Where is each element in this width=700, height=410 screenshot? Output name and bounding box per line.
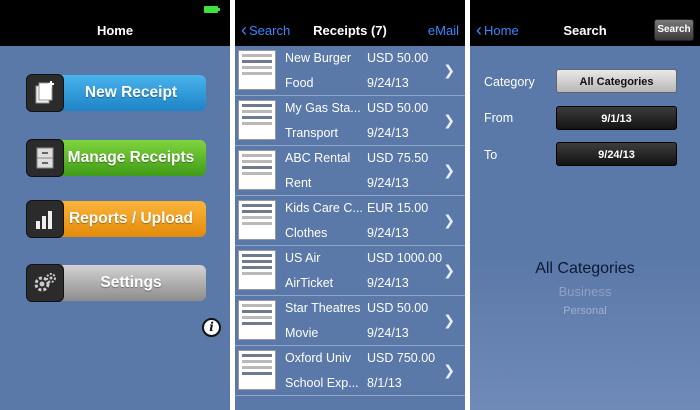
new-receipt-label: New Receipt <box>56 75 206 111</box>
receipt-row[interactable]: My Gas Sta... USD 50.00 Transport 9/24/1… <box>235 96 465 146</box>
receipt-amount: USD 750.00 <box>367 351 436 365</box>
receipts-navbar: ‹ Search Receipts (7) eMail <box>235 0 465 46</box>
receipt-name: Star Theatres <box>285 301 361 315</box>
receipt-thumbnail <box>238 300 276 340</box>
receipt-category: Clothes <box>285 226 328 240</box>
gears-icon <box>26 264 64 302</box>
chevron-right-icon: ❯ <box>443 312 455 328</box>
reports-upload-label: Reports / Upload <box>56 201 206 237</box>
receipt-row[interactable]: US Air USD 1000.00 AirTicket 9/24/13 ❯ <box>235 246 465 296</box>
receipt-category: Food <box>285 76 314 90</box>
search-navbar: ‹ Home Search Search <box>470 0 700 46</box>
home-screen: Home New Receipt Manage Receipts Reports… <box>0 0 230 410</box>
picker-selected-option[interactable]: All Categories <box>470 260 700 278</box>
manage-receipts-button[interactable]: Manage Receipts <box>26 139 206 177</box>
receipt-thumbnail <box>238 150 276 190</box>
receipt-row[interactable]: Kids Care C... EUR 15.00 Clothes 9/24/13… <box>235 196 465 246</box>
receipt-row[interactable]: ABC Rental USD 75.50 Rent 9/24/13 ❯ <box>235 146 465 196</box>
receipt-date: 9/24/13 <box>367 276 409 290</box>
receipt-date: 9/24/13 <box>367 326 409 340</box>
receipt-date: 9/24/13 <box>367 126 409 140</box>
picker-option[interactable]: Personal <box>470 305 700 317</box>
receipt-date: 8/1/13 <box>367 376 402 390</box>
receipt-list: New Burger USD 50.00 Food 9/24/13 ❯ My G… <box>235 46 465 396</box>
to-date-field[interactable]: 9/24/13 <box>556 142 677 166</box>
receipt-category: Transport <box>285 126 339 140</box>
to-label: To <box>484 148 498 162</box>
chevron-right-icon: ❯ <box>443 162 455 178</box>
chevron-right-icon: ❯ <box>443 112 455 128</box>
reports-upload-button[interactable]: Reports / Upload <box>26 200 206 238</box>
settings-button[interactable]: Settings <box>26 264 206 302</box>
receipt-name: New Burger <box>285 51 351 65</box>
receipt-name: My Gas Sta... <box>285 101 361 115</box>
receipt-category: Rent <box>285 176 312 190</box>
cabinet-icon <box>26 139 64 177</box>
receipt-name: ABC Rental <box>285 151 351 165</box>
from-label: From <box>484 111 514 125</box>
receipt-amount: USD 50.00 <box>367 101 429 115</box>
receipt-amount: USD 75.50 <box>367 151 429 165</box>
receipt-date: 9/24/13 <box>367 226 409 240</box>
bar-chart-icon <box>26 200 64 238</box>
receipt-date: 9/24/13 <box>367 176 409 190</box>
info-icon[interactable]: i <box>202 318 221 337</box>
receipt-name: US Air <box>285 251 321 265</box>
category-selector[interactable]: All Categories <box>556 69 677 93</box>
chevron-right-icon: ❯ <box>443 212 455 228</box>
settings-label: Settings <box>56 265 206 301</box>
receipt-category: School Exp... <box>285 376 359 390</box>
picker-option[interactable]: Business <box>470 284 700 299</box>
category-label: Category <box>484 75 535 89</box>
new-receipt-icon <box>26 74 64 112</box>
chevron-right-icon: ❯ <box>443 62 455 78</box>
receipt-thumbnail <box>238 50 276 90</box>
from-date-field[interactable]: 9/1/13 <box>556 106 677 130</box>
email-button[interactable]: eMail <box>428 23 459 38</box>
search-button[interactable]: Search <box>654 19 694 41</box>
receipt-name: Kids Care C... <box>285 201 363 215</box>
receipt-amount: EUR 15.00 <box>367 201 429 215</box>
new-receipt-button[interactable]: New Receipt <box>26 74 206 112</box>
receipt-thumbnail <box>238 350 276 390</box>
receipt-amount: USD 1000.00 <box>367 251 443 265</box>
home-title: Home <box>96 23 134 38</box>
receipt-row[interactable]: Oxford Univ USD 750.00 School Exp... 8/1… <box>235 346 465 396</box>
home-navbar: Home <box>0 0 230 46</box>
receipt-amount: USD 50.00 <box>367 301 429 315</box>
receipt-row[interactable]: New Burger USD 50.00 Food 9/24/13 ❯ <box>235 46 465 96</box>
receipt-thumbnail <box>238 200 276 240</box>
receipt-category: Movie <box>285 326 319 340</box>
receipt-row[interactable]: Star Theatres USD 50.00 Movie 9/24/13 ❯ <box>235 296 465 346</box>
battery-icon <box>204 6 220 13</box>
manage-receipts-label: Manage Receipts <box>56 140 206 176</box>
receipt-thumbnail <box>238 250 276 290</box>
chevron-right-icon: ❯ <box>443 262 455 278</box>
receipts-screen: ‹ Search Receipts (7) eMail New Burger U… <box>235 0 465 410</box>
receipt-category: AirTicket <box>285 276 334 290</box>
receipt-name: Oxford Univ <box>285 351 351 365</box>
receipt-amount: USD 50.00 <box>367 51 429 65</box>
receipt-thumbnail <box>238 100 276 140</box>
search-screen: ‹ Home Search Search Category All Catego… <box>470 0 700 410</box>
receipt-date: 9/24/13 <box>367 76 409 90</box>
category-picker[interactable]: All Categories Business Personal <box>470 253 700 410</box>
chevron-right-icon: ❯ <box>443 362 455 378</box>
